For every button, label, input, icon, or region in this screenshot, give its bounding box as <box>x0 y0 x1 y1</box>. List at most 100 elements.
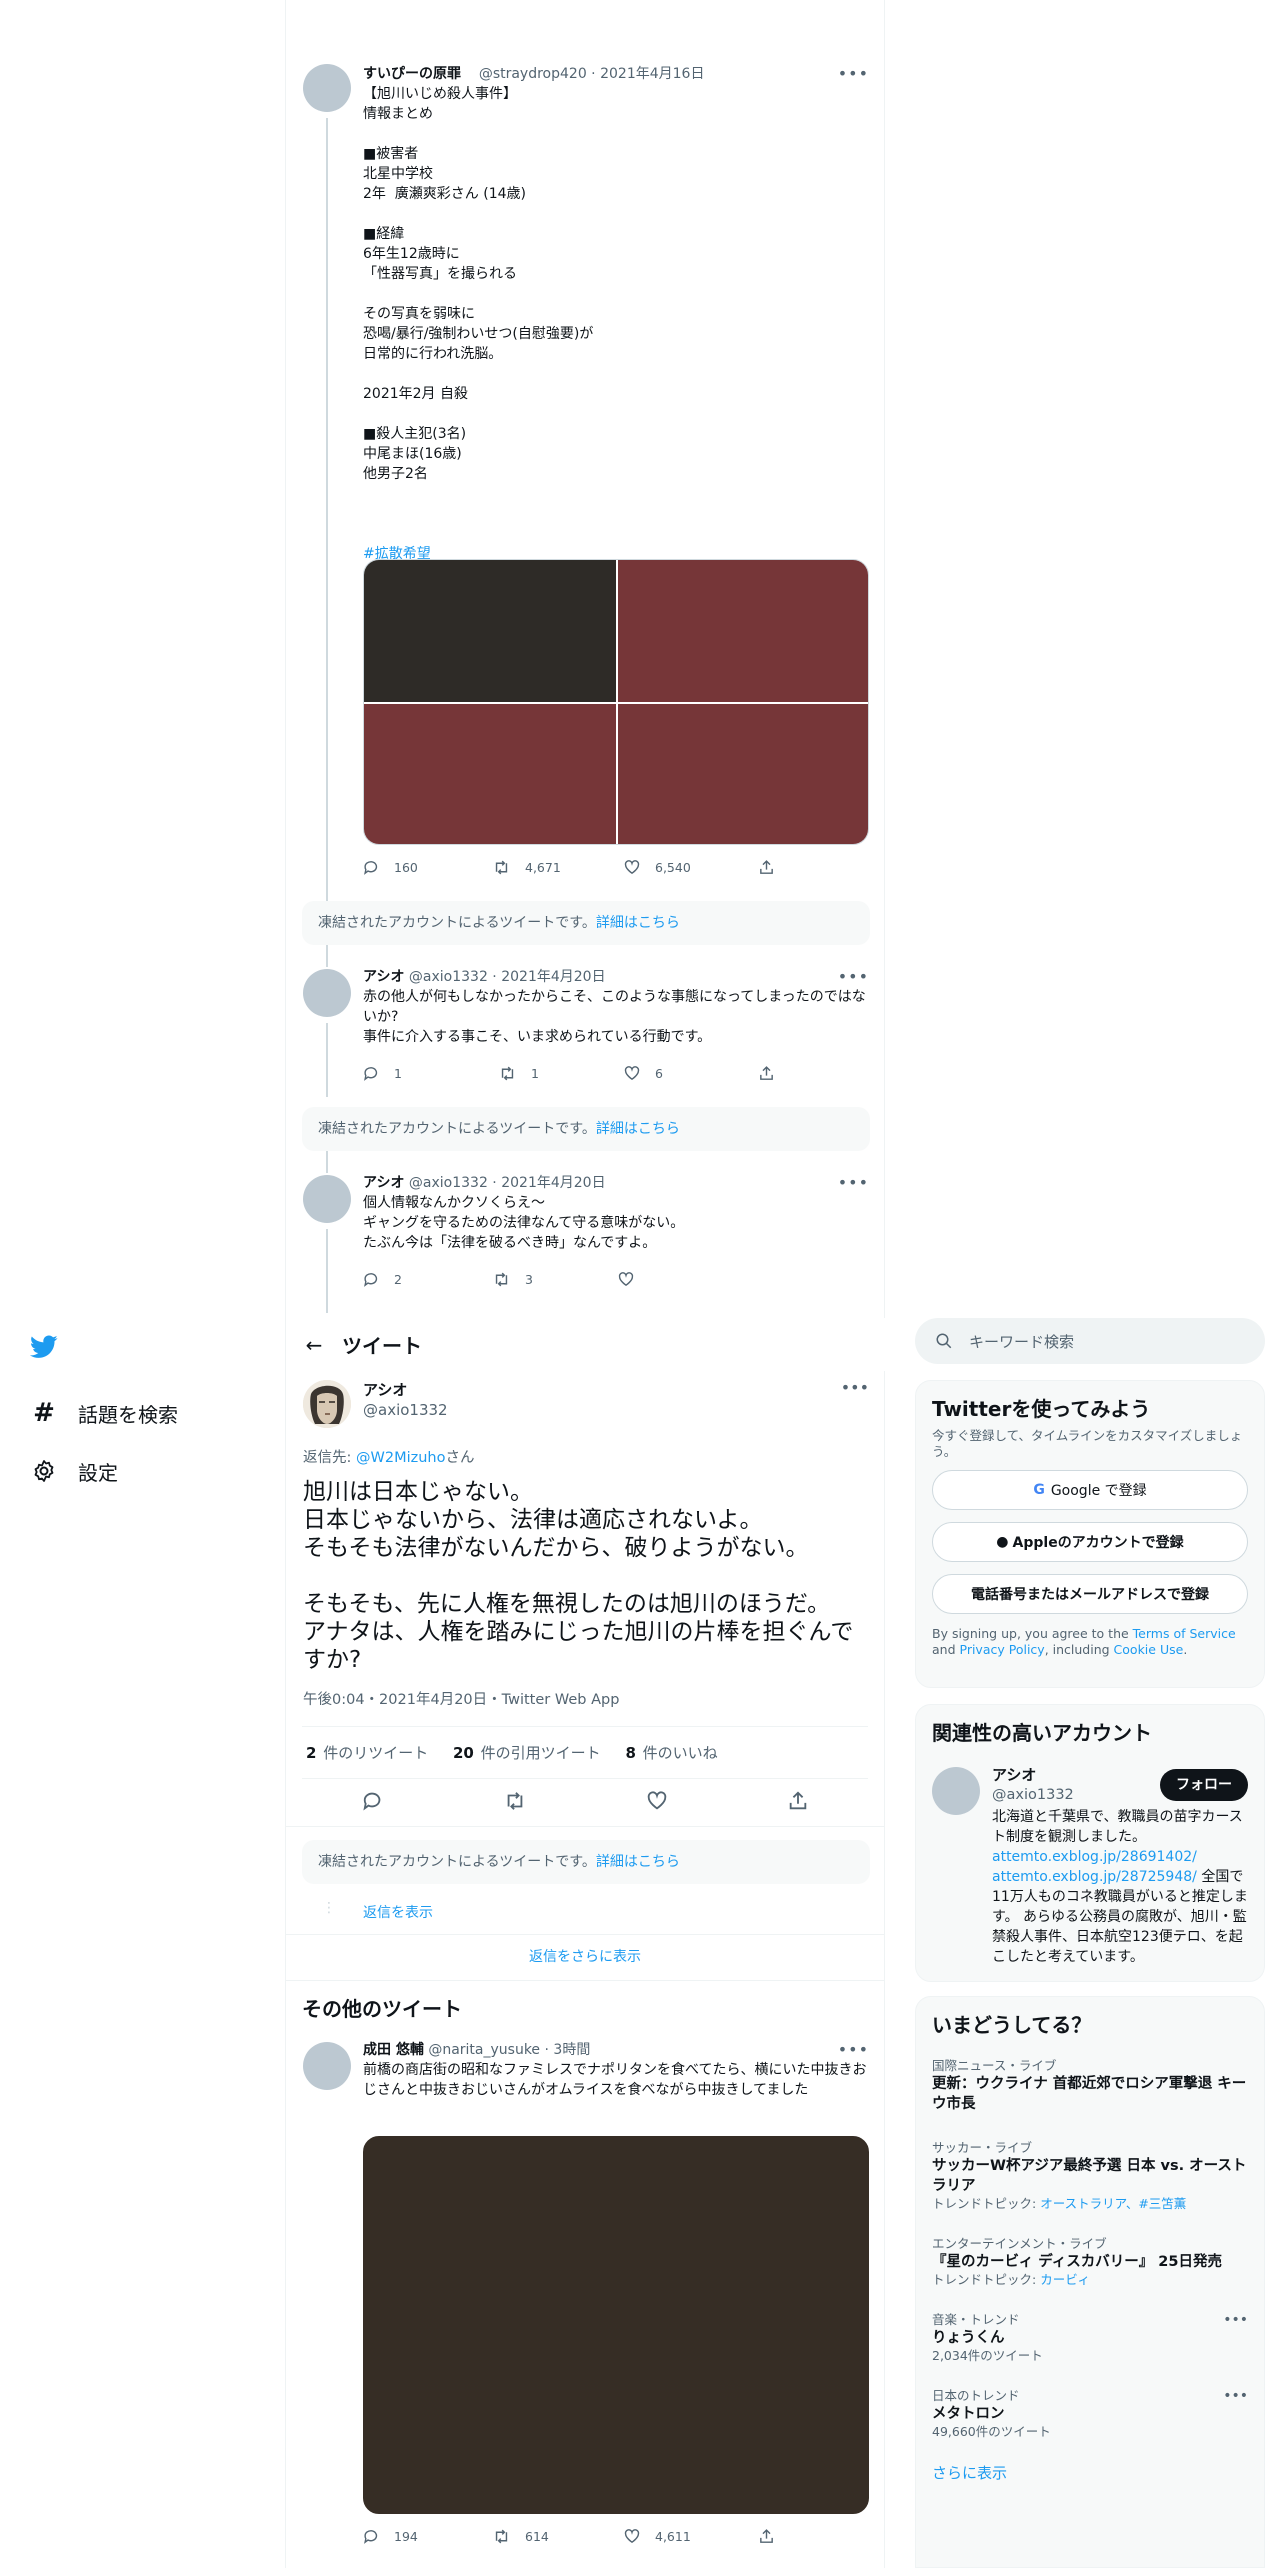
retweet-icon[interactable] <box>503 1790 527 1816</box>
more-options-icon[interactable]: ••• <box>838 967 869 987</box>
tweet-text: 前橋の商店街の昭和なファミレスでナポリタンを食べてたら、横にいた中抜きおじさんと… <box>363 2062 867 2098</box>
trend-item[interactable]: 国際ニュース・ライブ 更新：ウクライナ 首都近郊でロシア軍撃退 キーウ市長 <box>916 2050 1264 2124</box>
privacy-link[interactable]: Privacy Policy <box>960 1642 1045 1657</box>
thread-tweet[interactable]: アシオ @axio1332 · 2021年4月20日 ••• 赤の他人が何もしな… <box>286 967 886 1097</box>
google-signup-button[interactable]: G Google で登録 <box>932 1470 1248 1510</box>
reply-button[interactable]: 2 <box>363 1271 488 1288</box>
media-grid[interactable] <box>363 559 869 845</box>
avatar[interactable] <box>303 2042 351 2090</box>
trend-topic-link[interactable]: オーストラリア、#三笘薫 <box>1040 2196 1186 2211</box>
tweet-date[interactable]: 2021年4月20日 <box>501 1175 605 1191</box>
author-name[interactable]: アシオ <box>363 1380 448 1400</box>
frozen-learn-more-link[interactable]: 詳細はこちら <box>596 1121 680 1137</box>
nav-explore[interactable]: # 話題を検索 <box>30 1384 260 1442</box>
legal-text: , including <box>1044 1642 1114 1657</box>
more-options-icon[interactable]: ••• <box>1223 2312 1248 2328</box>
twitter-logo-link[interactable] <box>30 1318 260 1376</box>
retweet-button[interactable]: 4,671 <box>492 859 617 876</box>
reply-icon <box>364 2529 378 2544</box>
related-name[interactable]: アシオ <box>992 1765 1036 1785</box>
frozen-learn-more-link[interactable]: 詳細はこちら <box>596 1854 680 1870</box>
avatar[interactable] <box>303 64 351 112</box>
like-count: 6 <box>655 1065 663 1081</box>
show-more-trends-link[interactable]: さらに表示 <box>916 2450 1264 2495</box>
trend-item[interactable]: ••• 日本のトレンド メタトロン 49,660件のツイート <box>916 2374 1264 2450</box>
media-image[interactable] <box>364 704 616 844</box>
show-more-replies-link[interactable]: 返信をさらに表示 <box>286 1946 884 1966</box>
related-handle[interactable]: @axio1332 <box>992 1785 1074 1805</box>
show-replies-link[interactable]: 返信を表示 <box>363 1902 433 1922</box>
reply-icon[interactable] <box>362 1790 384 1816</box>
retweet-button[interactable]: 614 <box>492 2528 617 2545</box>
reply-button[interactable]: 160 <box>363 859 488 876</box>
avatar[interactable] <box>932 1767 980 1815</box>
share-button[interactable] <box>758 2528 883 2545</box>
quotes-stat[interactable]: 20 件の引用ツイート <box>453 1744 601 1762</box>
avatar[interactable] <box>303 1380 351 1428</box>
share-button[interactable] <box>758 859 883 876</box>
nav-settings[interactable]: 設定 <box>30 1442 260 1500</box>
media-image[interactable] <box>363 2136 869 2514</box>
author-handle[interactable]: @axio1332 <box>409 1175 488 1191</box>
author-name[interactable]: アシオ <box>363 1175 404 1191</box>
heart-icon[interactable] <box>646 1790 668 1816</box>
share-icon[interactable] <box>787 1790 809 1816</box>
media-image[interactable] <box>364 560 616 702</box>
thread-tweet[interactable]: アシオ @axio1332 · 2021年4月20日 ••• 個人情報なんかクソ… <box>286 1173 886 1313</box>
cookie-link[interactable]: Cookie Use <box>1114 1642 1184 1657</box>
reply-button[interactable]: 194 <box>363 2528 488 2545</box>
author-name[interactable]: アシオ <box>363 969 404 985</box>
like-button[interactable]: 6,540 <box>623 859 748 876</box>
frozen-learn-more-link[interactable]: 詳細はこちら <box>596 915 680 931</box>
author-handle[interactable]: @axio1332 <box>409 969 488 985</box>
retweet-button[interactable]: 1 <box>498 1065 623 1082</box>
twitter-bird-icon <box>30 1333 58 1361</box>
phone-email-signup-button[interactable]: 電話番号またはメールアドレスで登録 <box>932 1574 1248 1614</box>
share-button[interactable] <box>758 1065 883 1082</box>
thread-tweet[interactable]: すいぴーの原罪 @straydrop420 · 2021年4月16日 ••• 【… <box>286 60 886 940</box>
author-handle[interactable]: @straydrop420 <box>479 66 587 82</box>
like-button[interactable] <box>617 1271 742 1288</box>
trend-item[interactable]: エンターテインメント・ライブ 『星のカービィ ディスカバリー』 25日発売 トレ… <box>916 2222 1264 2298</box>
bio-link[interactable]: attemto.exblog.jp/28725948/ <box>992 1869 1197 1885</box>
terms-link[interactable]: Terms of Service <box>1133 1626 1236 1641</box>
retweet-count: 614 <box>525 2528 549 2544</box>
follow-button[interactable]: フォロー <box>1160 1769 1248 1801</box>
heart-icon <box>624 859 640 874</box>
retweet-button[interactable]: 3 <box>492 1271 617 1288</box>
likes-stat[interactable]: 8 件のいいね <box>625 1744 717 1762</box>
tweet-date[interactable]: 2021年4月20日 <box>501 969 605 985</box>
reply-icon <box>364 1272 378 1287</box>
reply-button[interactable]: 1 <box>363 1065 488 1082</box>
like-button[interactable]: 6 <box>623 1065 748 1082</box>
author-name[interactable]: 成田 悠輔 <box>363 2042 424 2058</box>
trend-item[interactable]: サッカー・ライブ サッカーW杯アジア最終予選 日本 vs. オーストラリア トレ… <box>916 2124 1264 2222</box>
back-arrow-icon[interactable]: ← <box>286 1333 342 1357</box>
reply-to-link[interactable]: @W2Mizuho <box>356 1450 445 1466</box>
like-button[interactable]: 4,611 <box>623 2528 748 2545</box>
author-handle[interactable]: @axio1332 <box>363 1400 448 1420</box>
author-name[interactable]: すいぴーの原罪 <box>363 66 461 82</box>
more-options-icon[interactable]: ••• <box>838 1173 869 1193</box>
more-options-icon[interactable]: ••• <box>1223 2388 1248 2404</box>
media-image[interactable] <box>618 704 868 844</box>
related-bio: 北海道と千葉県で、教職員の苗字カースト制度を観測しました。 attemto.exb… <box>992 1807 1248 1967</box>
more-options-icon[interactable]: ••• <box>838 64 869 84</box>
reply-count: 160 <box>394 859 418 875</box>
more-options-icon[interactable]: ••• <box>838 2040 869 2060</box>
trend-topic-link[interactable]: カービィ <box>1040 2272 1090 2287</box>
author-handle[interactable]: @narita_yusuke <box>428 2042 540 2058</box>
search-input[interactable]: キーワード検索 <box>915 1318 1265 1364</box>
tweet-time[interactable]: 3時間 <box>553 2042 590 2058</box>
bio-link[interactable]: attemto.exblog.jp/28691402/ <box>992 1849 1197 1865</box>
trend-item[interactable]: ••• 音楽・トレンド りょうくん 2,034件のツイート <box>916 2298 1264 2374</box>
avatar[interactable] <box>303 969 351 1017</box>
recommended-tweet[interactable]: 成田 悠輔 @narita_yusuke · 3時間 ••• 前橋の商店街の昭和… <box>286 2040 886 2568</box>
more-options-icon[interactable]: ••• <box>841 1378 869 1397</box>
retweets-stat[interactable]: 2 件のリツイート <box>306 1744 428 1762</box>
tweet-date[interactable]: 2021年4月16日 <box>600 66 704 82</box>
media-image[interactable] <box>618 560 868 702</box>
tweet-timestamp[interactable]: 午後0:04・2021年4月20日・Twitter Web App <box>303 1688 619 1709</box>
avatar[interactable] <box>303 1175 351 1223</box>
apple-signup-button[interactable]: ● Appleのアカウントで登録 <box>932 1522 1248 1562</box>
